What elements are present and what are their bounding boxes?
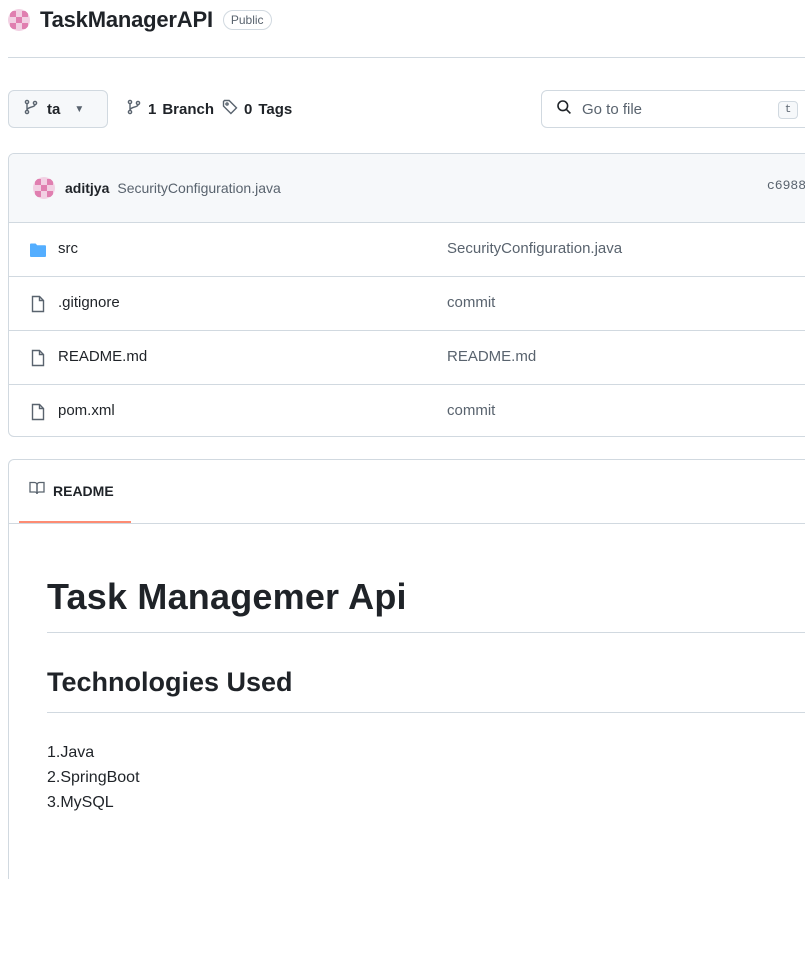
readme-title: Task Managemer Api [47, 576, 407, 617]
technologies-list: 1.Java 2.SpringBoot 3.MySQL [47, 740, 140, 815]
tag-icon [222, 99, 238, 119]
list-item: 1.Java [47, 744, 95, 761]
list-item: 2.SpringBoot [47, 769, 140, 786]
file-name[interactable]: src [58, 240, 78, 257]
file-commit-message[interactable]: README.md [447, 348, 536, 365]
file-row[interactable]: .gitignore commit [9, 277, 805, 331]
file-name[interactable]: .gitignore [58, 294, 120, 311]
visibility-badge: Public [222, 10, 272, 30]
branch-selector-button[interactable]: ta ▼ [8, 90, 108, 128]
file-name[interactable]: pom.xml [58, 402, 115, 419]
readme-tabbar: README [9, 460, 805, 524]
repo-name[interactable]: TaskManagerAPI [40, 7, 213, 33]
readme-tab-label: README [53, 482, 114, 499]
search-icon [556, 99, 572, 120]
commit-author[interactable]: aditjya [65, 180, 109, 196]
header-divider [8, 57, 805, 58]
branch-word: Branch [162, 100, 215, 118]
file-icon [29, 403, 47, 421]
tag-count: 0 [244, 100, 253, 118]
author-avatar[interactable] [33, 177, 55, 199]
heading-divider [47, 712, 805, 713]
file-commit-message[interactable]: SecurityConfiguration.java [447, 240, 622, 257]
latest-commit-row: aditjya SecurityConfiguration.java c6988… [9, 154, 805, 223]
chevron-down-icon: ▼ [74, 103, 85, 115]
commit-message[interactable]: SecurityConfiguration.java [117, 180, 280, 196]
book-icon [29, 480, 45, 501]
heading-divider [47, 632, 805, 633]
repo-avatar[interactable] [8, 9, 30, 31]
file-commit-message[interactable]: commit [447, 294, 495, 311]
tags-link[interactable]: 0 Tags [222, 90, 292, 128]
branches-link[interactable]: 1 Branch [126, 90, 214, 128]
file-row[interactable]: pom.xml commit [9, 385, 805, 436]
branch-count: 1 [148, 100, 157, 118]
readme-subheading: Technologies Used [47, 667, 293, 697]
file-icon [29, 295, 47, 313]
file-browser: aditjya SecurityConfiguration.java c6988… [8, 153, 805, 437]
tab-readme[interactable]: README [19, 460, 131, 523]
list-item: 3.MySQL [47, 794, 114, 811]
keyboard-shortcut-hint: t [778, 101, 798, 119]
git-branch-icon [23, 99, 39, 120]
branch-name: ta [47, 100, 61, 118]
git-branch-icon [126, 99, 142, 119]
file-icon [29, 349, 47, 367]
readme-panel: README Task Managemer Api Technologies U… [8, 459, 805, 879]
commit-hash[interactable]: c6988e [767, 178, 805, 193]
folder-icon [29, 241, 47, 259]
file-row[interactable]: src SecurityConfiguration.java [9, 223, 805, 277]
repo-header: TaskManagerAPI Public [8, 4, 272, 36]
go-to-file-search[interactable]: t [541, 90, 805, 128]
file-name[interactable]: README.md [58, 348, 147, 365]
repo-toolbar: ta ▼ 1 Branch 0 Tags t [8, 90, 805, 130]
tag-word: Tags [258, 100, 293, 118]
file-commit-message[interactable]: commit [447, 402, 495, 419]
file-row[interactable]: README.md README.md [9, 331, 805, 385]
go-to-file-input[interactable] [582, 100, 762, 118]
